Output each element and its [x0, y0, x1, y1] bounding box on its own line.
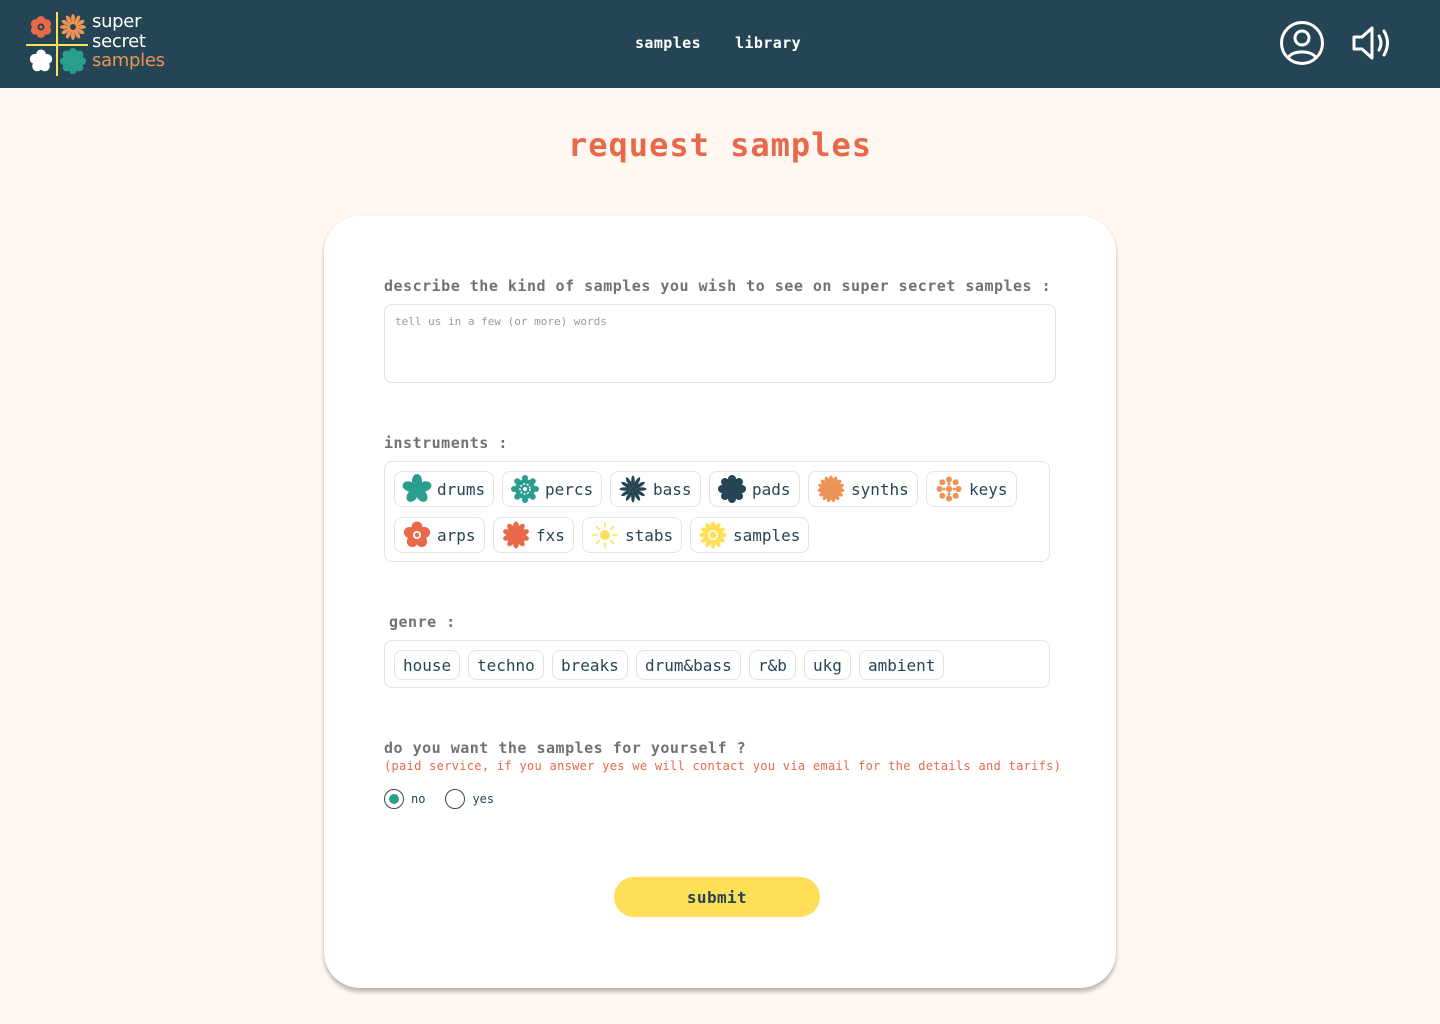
describe-textarea[interactable]: [384, 304, 1056, 383]
yellow-sunflower-icon: [699, 521, 727, 549]
genre-group: house techno breaks drum&bass r&b ukg am…: [384, 640, 1050, 688]
instrument-label: drums: [437, 479, 486, 499]
flower-grid-logo-icon: [26, 12, 88, 76]
instrument-chip-synths[interactable]: synths: [808, 471, 918, 507]
navy-burst-flower-icon: [619, 475, 647, 503]
yellow-sun-icon: [592, 522, 618, 548]
navy-scalloped-flower-icon: [718, 475, 746, 503]
ownership-question: do you want the samples for yourself ?: [384, 739, 747, 757]
orange-daisy-flower-icon: [817, 475, 845, 503]
genre-chip-ambient[interactable]: ambient: [859, 650, 945, 680]
speaker-volume-icon[interactable]: [1350, 20, 1396, 66]
instrument-chip-bass[interactable]: bass: [610, 471, 701, 507]
instrument-label: stabs: [625, 525, 674, 545]
nav-link-library[interactable]: library: [735, 34, 801, 52]
instrument-chip-drums[interactable]: drums: [394, 471, 495, 507]
user-circle-icon[interactable]: [1279, 20, 1325, 66]
paid-service-note: (paid service, if you answer yes we will…: [384, 759, 1062, 773]
teal-star-flower-icon: [402, 474, 432, 502]
brand-line-3: samples: [92, 50, 165, 71]
teal-gear-flower-icon: [511, 475, 539, 503]
radio-label: yes: [472, 792, 495, 806]
radio-selected-dot: [389, 794, 399, 804]
radio-button-checked[interactable]: [384, 789, 404, 809]
brand-logo[interactable]: super secret samples: [26, 12, 176, 76]
instrument-chip-pads[interactable]: pads: [709, 471, 800, 507]
instrument-label: samples: [733, 525, 801, 545]
top-navigation-bar: super secret samples samples library: [0, 0, 1440, 88]
instrument-label: pads: [752, 479, 791, 499]
instrument-chip-arps[interactable]: arps: [394, 517, 485, 553]
instrument-chip-samples[interactable]: samples: [690, 517, 810, 553]
coral-star-flower-icon: [503, 521, 529, 549]
genre-chip-house[interactable]: house: [394, 650, 461, 680]
brand-line-2: secret: [92, 30, 146, 52]
radio-label: no: [411, 792, 426, 806]
genre-chip-drum-and-bass[interactable]: drum&bass: [636, 650, 741, 680]
nav-link-samples[interactable]: samples: [635, 34, 701, 52]
instrument-label: keys: [969, 479, 1008, 499]
brand-wordmark: super secret samples: [92, 12, 165, 71]
instruments-group: drums percs bass pads synths keys arps f…: [384, 461, 1050, 562]
genre-label: genre :: [389, 613, 456, 631]
genre-chip-rnb[interactable]: r&b: [749, 650, 796, 680]
instrument-label: percs: [545, 479, 594, 499]
radio-option-no[interactable]: no: [384, 789, 425, 809]
radio-option-yes[interactable]: yes: [445, 789, 494, 809]
page-title: request samples: [568, 126, 872, 164]
genre-chip-ukg[interactable]: ukg: [804, 650, 851, 680]
describe-label: describe the kind of samples you wish to…: [384, 277, 1052, 295]
genre-chip-breaks[interactable]: breaks: [552, 650, 628, 680]
instrument-chip-stabs[interactable]: stabs: [582, 517, 683, 553]
instrument-chip-fxs[interactable]: fxs: [493, 517, 574, 553]
instrument-label: bass: [653, 479, 692, 499]
instrument-label: arps: [437, 525, 476, 545]
brand-line-1: super: [92, 11, 142, 32]
main-nav: samples library: [635, 34, 801, 52]
instruments-label: instruments :: [384, 434, 508, 452]
genre-chip-techno[interactable]: techno: [468, 650, 544, 680]
submit-button[interactable]: submit: [614, 877, 820, 917]
instrument-label: synths: [851, 479, 909, 499]
coral-ring-flower-icon: [403, 521, 431, 547]
instrument-chip-keys[interactable]: keys: [926, 471, 1017, 507]
ownership-radio-group: no yes: [384, 789, 494, 809]
instrument-label: fxs: [536, 525, 565, 545]
orange-dot-flower-icon: [936, 476, 962, 502]
request-form-card: describe the kind of samples you wish to…: [324, 216, 1116, 988]
instrument-chip-percs[interactable]: percs: [502, 471, 603, 507]
radio-button-unchecked[interactable]: [445, 789, 466, 809]
